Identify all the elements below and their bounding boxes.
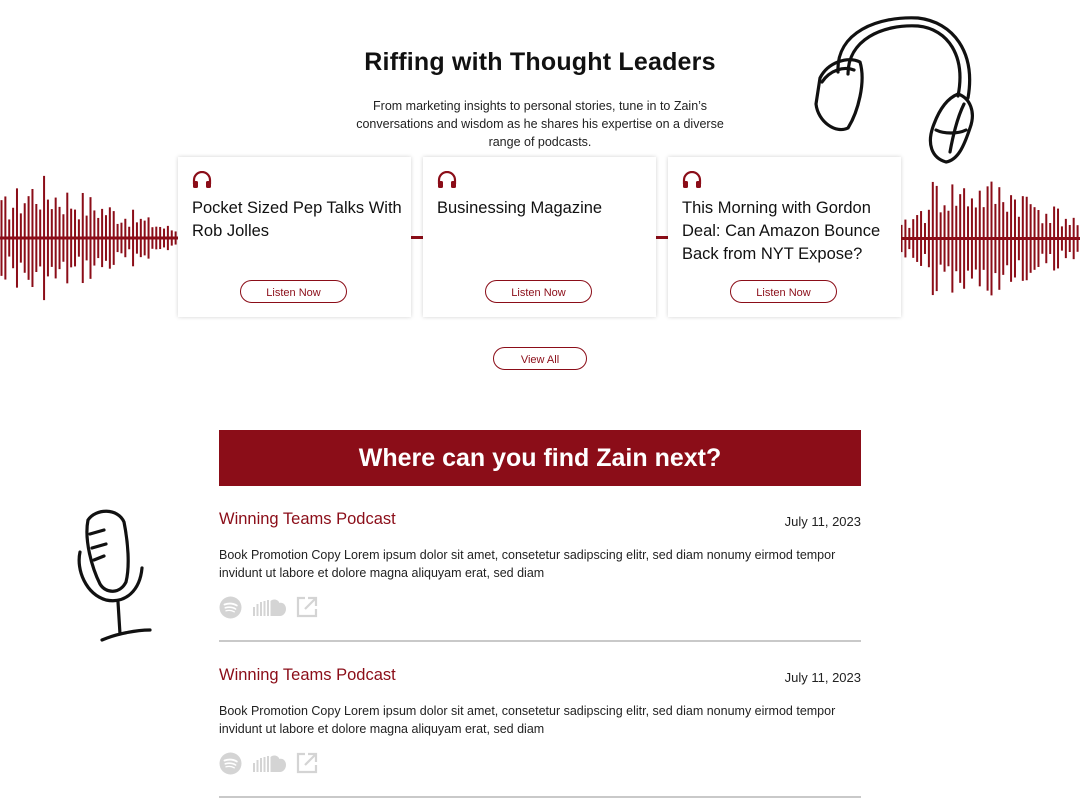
- microphone-illustration: [77, 509, 152, 642]
- podcast-title: Businessing Magazine: [437, 199, 603, 217]
- headphones-icon: [682, 170, 702, 194]
- episode-description: Book Promotion Copy Lorem ipsum dolor si…: [219, 548, 836, 580]
- listen-now-button[interactable]: Listen Now: [485, 280, 592, 303]
- episode-title[interactable]: Winning Teams Podcast: [219, 666, 396, 685]
- spotify-icon[interactable]: [219, 596, 242, 624]
- sound-wave-left: [0, 175, 178, 301]
- podcast-card: Businessing Magazine Listen Now: [423, 157, 656, 317]
- episode-links: [219, 752, 339, 776]
- section-subtitle: From marketing insights to personal stor…: [356, 99, 724, 149]
- podcast-card: This Morning with Gordon Deal: Can Amazo…: [668, 157, 901, 317]
- spotify-icon[interactable]: [219, 752, 242, 780]
- soundcloud-icon[interactable]: [253, 754, 287, 777]
- soundcloud-icon[interactable]: [253, 598, 287, 621]
- episode-date: July 11, 2023: [784, 670, 861, 685]
- podcast-title: This Morning with Gordon Deal: Can Amazo…: [682, 199, 881, 263]
- episode-links: [219, 596, 339, 620]
- headphones-icon: [192, 170, 212, 194]
- episode-divider: [219, 796, 861, 798]
- upcoming-banner: Where can you find Zain next?: [219, 430, 861, 486]
- sound-wave-right: [900, 181, 1080, 296]
- episode-description: Book Promotion Copy Lorem ipsum dolor si…: [219, 704, 836, 736]
- external-link-icon[interactable]: [296, 752, 318, 779]
- external-link-icon[interactable]: [296, 596, 318, 623]
- listen-now-button[interactable]: Listen Now: [730, 280, 837, 303]
- episode-divider: [219, 640, 861, 642]
- podcast-title: Pocket Sized Pep Talks With Rob Jolles: [192, 199, 402, 240]
- episode-date: July 11, 2023: [784, 514, 861, 529]
- headphones-icon: [437, 170, 457, 194]
- listen-now-button[interactable]: Listen Now: [240, 280, 347, 303]
- podcast-card: Pocket Sized Pep Talks With Rob Jolles L…: [178, 157, 411, 317]
- episode-title[interactable]: Winning Teams Podcast: [219, 510, 396, 529]
- headphones-illustration: [814, 16, 974, 164]
- view-all-button[interactable]: View All: [493, 347, 587, 370]
